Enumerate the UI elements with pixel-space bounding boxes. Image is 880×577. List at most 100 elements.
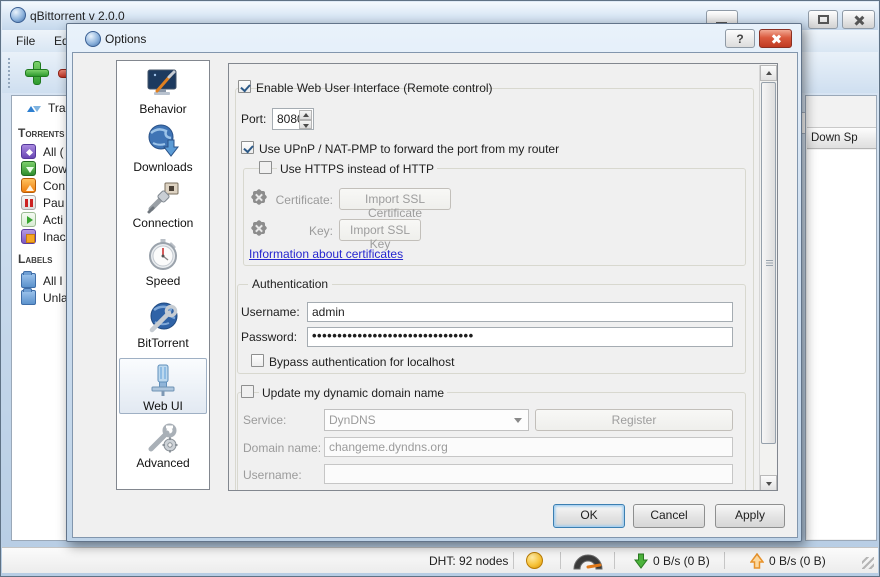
downloads-icon (145, 123, 181, 159)
advanced-icon (145, 419, 181, 455)
download-speed-status: 0 B/s (0 B) (653, 554, 710, 568)
chevron-down-icon (514, 418, 522, 423)
close-window-button[interactable] (842, 10, 875, 29)
main-window-title: qBittorrent v 2.0.0 (30, 9, 125, 23)
ok-button[interactable]: OK (553, 504, 625, 528)
settings-nav-list: Behavior Downloads Connection (116, 60, 210, 490)
key-status-icon (251, 220, 267, 236)
dialog-title: Options (105, 32, 146, 46)
bypass-auth-checkbox[interactable] (251, 354, 264, 367)
dht-nodes-status: DHT: 92 nodes (429, 554, 508, 568)
active-filter-icon (21, 212, 36, 227)
dyndns-username-label: Username: (243, 468, 302, 482)
labels-section-header: Labels (18, 252, 52, 266)
password-field[interactable]: •••••••••••••••••••••••••••••••• (307, 327, 733, 347)
connection-status-icon[interactable] (526, 552, 543, 569)
qbittorrent-logo-icon (10, 7, 26, 23)
nav-item-speed[interactable]: Speed (119, 237, 207, 291)
scrollbar-thumb[interactable] (761, 82, 776, 444)
apply-button[interactable]: Apply (715, 504, 785, 528)
spin-up-button[interactable] (299, 110, 312, 120)
service-value: DynDNS (329, 413, 376, 427)
maximize-button[interactable] (808, 10, 838, 29)
enable-webui-label: Enable Web User Interface (Remote contro… (256, 81, 493, 95)
maximize-icon (818, 15, 829, 24)
transfers-icon (26, 100, 42, 116)
help-button[interactable]: ? (725, 29, 755, 48)
port-label: Port: (241, 112, 266, 126)
paused-filter-icon (21, 195, 36, 210)
spin-down-button[interactable] (299, 120, 312, 130)
domain-name-field[interactable]: changeme.dyndns.org (324, 437, 733, 457)
nav-item-advanced[interactable]: Advanced (119, 419, 207, 473)
nav-label: BitTorrent (119, 336, 207, 350)
nav-item-behavior[interactable]: Behavior (119, 65, 207, 119)
nav-label: Speed (119, 274, 207, 288)
arrow-down-icon (303, 124, 309, 128)
import-ssl-key-button[interactable]: Import SSL Key (339, 219, 421, 241)
dyndns-label: Update my dynamic domain name (259, 386, 447, 400)
username-label: Username: (241, 305, 300, 319)
authentication-group-title: Authentication (248, 277, 332, 291)
inactive-filter-icon (21, 229, 36, 244)
speed-icon (145, 237, 181, 273)
all-filter-icon (21, 144, 36, 159)
nav-item-downloads[interactable]: Downloads (119, 123, 207, 177)
domain-name-label: Domain name: (243, 441, 321, 455)
certificate-status-icon (251, 189, 267, 205)
bypass-auth-label: Bypass authentication for localhost (269, 355, 454, 369)
dyndns-username-field[interactable] (324, 464, 733, 484)
nav-label: Web UI (120, 399, 206, 413)
nav-item-bittorrent[interactable]: BitTorrent (119, 299, 207, 353)
scroll-down-button[interactable] (760, 475, 777, 491)
content-scrollbar[interactable] (759, 65, 776, 491)
arrow-down-icon (766, 482, 772, 486)
nav-label: Downloads (119, 160, 207, 174)
certificate-label: Certificate: (269, 193, 333, 207)
torrent-table: Down Sp (805, 95, 877, 541)
upnp-label: Use UPnP / NAT-PMP to forward the port f… (259, 142, 559, 156)
connection-icon (145, 179, 181, 215)
toolbar-drag-handle[interactable] (8, 58, 10, 88)
nav-label: Advanced (119, 456, 207, 470)
bittorrent-icon (145, 299, 181, 335)
password-label: Password: (241, 330, 297, 344)
dyndns-checkbox[interactable] (241, 385, 254, 398)
dialog-body: Behavior Downloads Connection (72, 52, 798, 538)
webui-settings-panel: Enable Web User Interface (Remote contro… (228, 63, 778, 491)
close-dialog-button[interactable] (759, 29, 792, 48)
upnp-checkbox[interactable] (241, 141, 254, 154)
certificates-info-link[interactable]: Information about certificates (249, 247, 403, 261)
https-label: Use HTTPS instead of HTTP (277, 162, 437, 176)
qbittorrent-logo-icon (85, 31, 101, 47)
key-label: Key: (269, 224, 333, 238)
cancel-button[interactable]: Cancel (633, 504, 705, 528)
resize-grip[interactable] (862, 557, 874, 569)
menu-file[interactable]: File (16, 34, 35, 48)
column-header-down-speed[interactable]: Down Sp (807, 127, 876, 149)
options-dialog: Options ? Behavior Downloads (66, 23, 802, 542)
folder-icon (21, 290, 36, 305)
service-dropdown[interactable]: DynDNS (324, 409, 529, 431)
nav-item-webui[interactable]: Web UI (119, 358, 207, 414)
qbittorrent-main-window: qBittorrent v 2.0.0 File Edit Tra Torren… (0, 0, 880, 577)
add-torrent-button[interactable] (24, 60, 50, 86)
enable-webui-checkbox[interactable] (238, 80, 251, 93)
service-label: Service: (243, 413, 286, 427)
status-bar: DHT: 92 nodes 0 B/s (0 B) 0 B/s (0 B) (2, 547, 878, 573)
nav-label: Connection (119, 216, 207, 230)
scroll-up-button[interactable] (760, 65, 777, 81)
alt-speed-gauge-icon[interactable] (572, 553, 604, 570)
folder-icon (21, 273, 36, 288)
https-checkbox[interactable] (259, 161, 272, 174)
torrent-table-body[interactable] (807, 150, 876, 539)
nav-item-connection[interactable]: Connection (119, 179, 207, 233)
tab-transfers-label: Tra (48, 101, 66, 115)
torrents-section-header: Torrents (18, 126, 64, 140)
username-field[interactable]: admin (307, 302, 733, 322)
upload-arrow-icon (750, 553, 764, 569)
port-spinbox[interactable]: 8080 (272, 108, 314, 130)
register-button[interactable]: Register (535, 409, 733, 431)
behavior-icon (145, 65, 181, 101)
import-ssl-certificate-button[interactable]: Import SSL Certificate (339, 188, 451, 210)
